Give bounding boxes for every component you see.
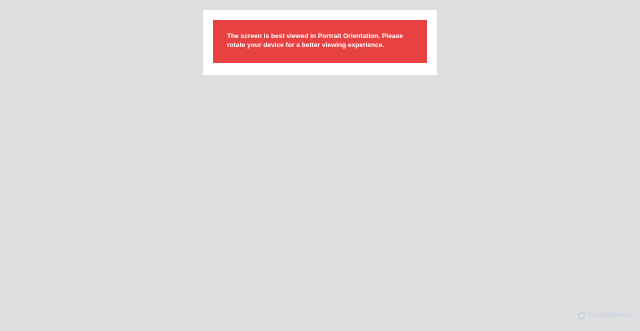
watermark-text: ScanMalware (587, 312, 632, 319)
scanmalware-logo-icon (577, 311, 585, 320)
orientation-warning-banner: The screen is best viewed in Portrait Or… (213, 20, 427, 63)
orientation-notice-card: The screen is best viewed in Portrait Or… (203, 10, 437, 75)
page-background: The screen is best viewed in Portrait Or… (0, 0, 640, 331)
scanmalware-watermark: ScanMalware (577, 311, 632, 320)
orientation-warning-message: The screen is best viewed in Portrait Or… (227, 33, 403, 49)
